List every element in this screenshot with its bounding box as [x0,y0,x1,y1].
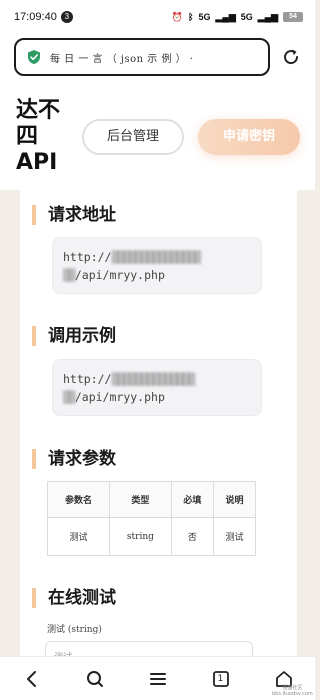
section-title-online-test: 在线测试 [32,588,116,608]
table-row: 测试 string 否 测试 [47,517,257,556]
watermark-line-2: bbs.ituodsv.com [272,691,313,697]
admin-button[interactable]: 后台管理 [82,119,184,155]
signal-icon: ▂▄▆ [257,11,278,22]
section-title-call-example: 调用示例 [32,326,116,346]
obscured-path: ▒▒ [63,268,76,282]
apply-key-button[interactable]: 申请密钥 [198,119,300,155]
refresh-icon[interactable] [280,46,302,68]
signal-1-label: 5G [198,12,211,22]
call-example-box[interactable]: http://▒▒▒▒▒▒▒▒▒▒▒▒▒▒ ▒▒/api/mryy.php [52,359,262,416]
watermark: 强盛社区 bbs.ituodsv.com [272,685,313,697]
search-icon [86,670,103,687]
browser-toolbar: 每 日 一 言 （ json 示 例 ） · [0,34,315,82]
shield-check-icon [28,50,40,64]
chevron-left-icon [26,670,36,687]
cell-required: 否 [170,517,214,556]
status-right: ⏰ ᛒ 5G ▂▄▆ 5G ▂▄▆ 54 [172,12,303,23]
battery-icon: 54 [283,12,303,22]
signal-icon: ▂▄▆ [215,11,236,22]
signal-2-label: 5G [240,12,253,22]
obscured-path: ▒▒ [63,390,76,404]
status-bar: 17:09:40 3 ⏰ ᛒ 5G ▂▄▆ 5G ▂▄▆ 54 [0,0,315,34]
cell-param-name: 测试 [47,517,110,556]
cell-description: 测试 [212,517,257,556]
obscured-domain: ▒▒▒▒▒▒▒▒▒▒▒▒▒▒ [111,372,195,386]
url-prefix: http:// [63,372,112,386]
url-suffix: /api/mryy.php [74,268,165,282]
obscured-domain: ▒▒▒▒▒▒▒▒▒▒▒▒▒▒▒ [111,250,201,264]
url-suffix: /api/mryy.php [74,390,165,404]
notification-badge: 3 [60,11,73,23]
cell-type: string [108,517,172,556]
request-url-box[interactable]: http://▒▒▒▒▒▒▒▒▒▒▒▒▒▒▒ ▒▒/api/mryy.php [52,237,262,294]
search-button[interactable] [80,664,110,694]
menu-icon [149,672,166,685]
section-title-params: 请求参数 [32,449,116,469]
bluetooth-icon: ᛒ [188,12,194,22]
site-logo[interactable]: 达不四API [16,98,76,176]
header-required: 必填 [170,481,214,518]
params-table: 参数名 类型 必填 说明 测试 string 否 测试 [47,481,257,556]
header-param-name: 参数名 [47,481,110,518]
status-left: 17:09:40 3 [14,11,73,23]
header-type: 类型 [108,481,172,518]
table-header-row: 参数名 类型 必填 说明 [47,481,257,518]
tab-count: 1 [217,674,224,684]
address-text: 每 日 一 言 （ json 示 例 ） · [50,53,194,65]
section-title-request-url: 请求地址 [32,205,116,225]
tabs-button[interactable]: 1 [206,664,236,694]
back-button[interactable] [17,664,47,694]
menu-button[interactable] [143,664,173,694]
site-header: 达不四API 后台管理 申请密钥 [0,82,315,190]
header-description: 说明 [212,481,257,518]
alarm-icon: ⏰ [171,11,184,22]
url-prefix: http:// [63,250,112,264]
test-field-label: 测试 (string) [47,625,102,635]
status-time: 17:09:40 [14,11,57,23]
address-bar[interactable]: 每 日 一 言 （ json 示 例 ） · [14,38,270,76]
bottom-nav: 1 [0,656,315,700]
